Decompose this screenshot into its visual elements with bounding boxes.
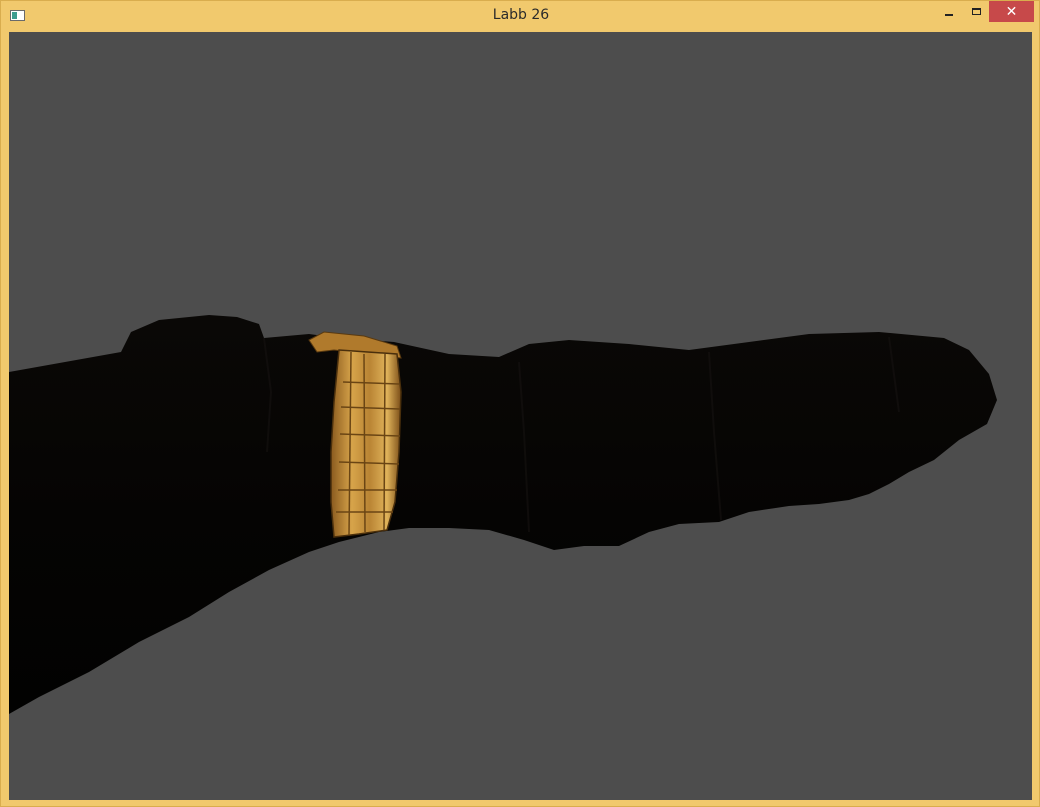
3d-scene <box>9 315 997 714</box>
maximize-icon <box>971 8 981 15</box>
arm-model <box>9 315 997 714</box>
watch-band <box>330 349 402 538</box>
close-icon: ✕ <box>1005 3 1018 20</box>
window-title: Labb 26 <box>492 7 550 23</box>
maximize-button[interactable] <box>963 1 989 22</box>
minimize-button[interactable] <box>936 1 962 22</box>
close-button[interactable]: ✕ <box>989 1 1034 22</box>
application-window: Labb 26 ✕ <box>0 0 1040 807</box>
render-viewport[interactable] <box>9 32 1032 800</box>
minimize-icon <box>945 13 953 16</box>
title-bar[interactable]: Labb 26 ✕ <box>1 1 1040 31</box>
